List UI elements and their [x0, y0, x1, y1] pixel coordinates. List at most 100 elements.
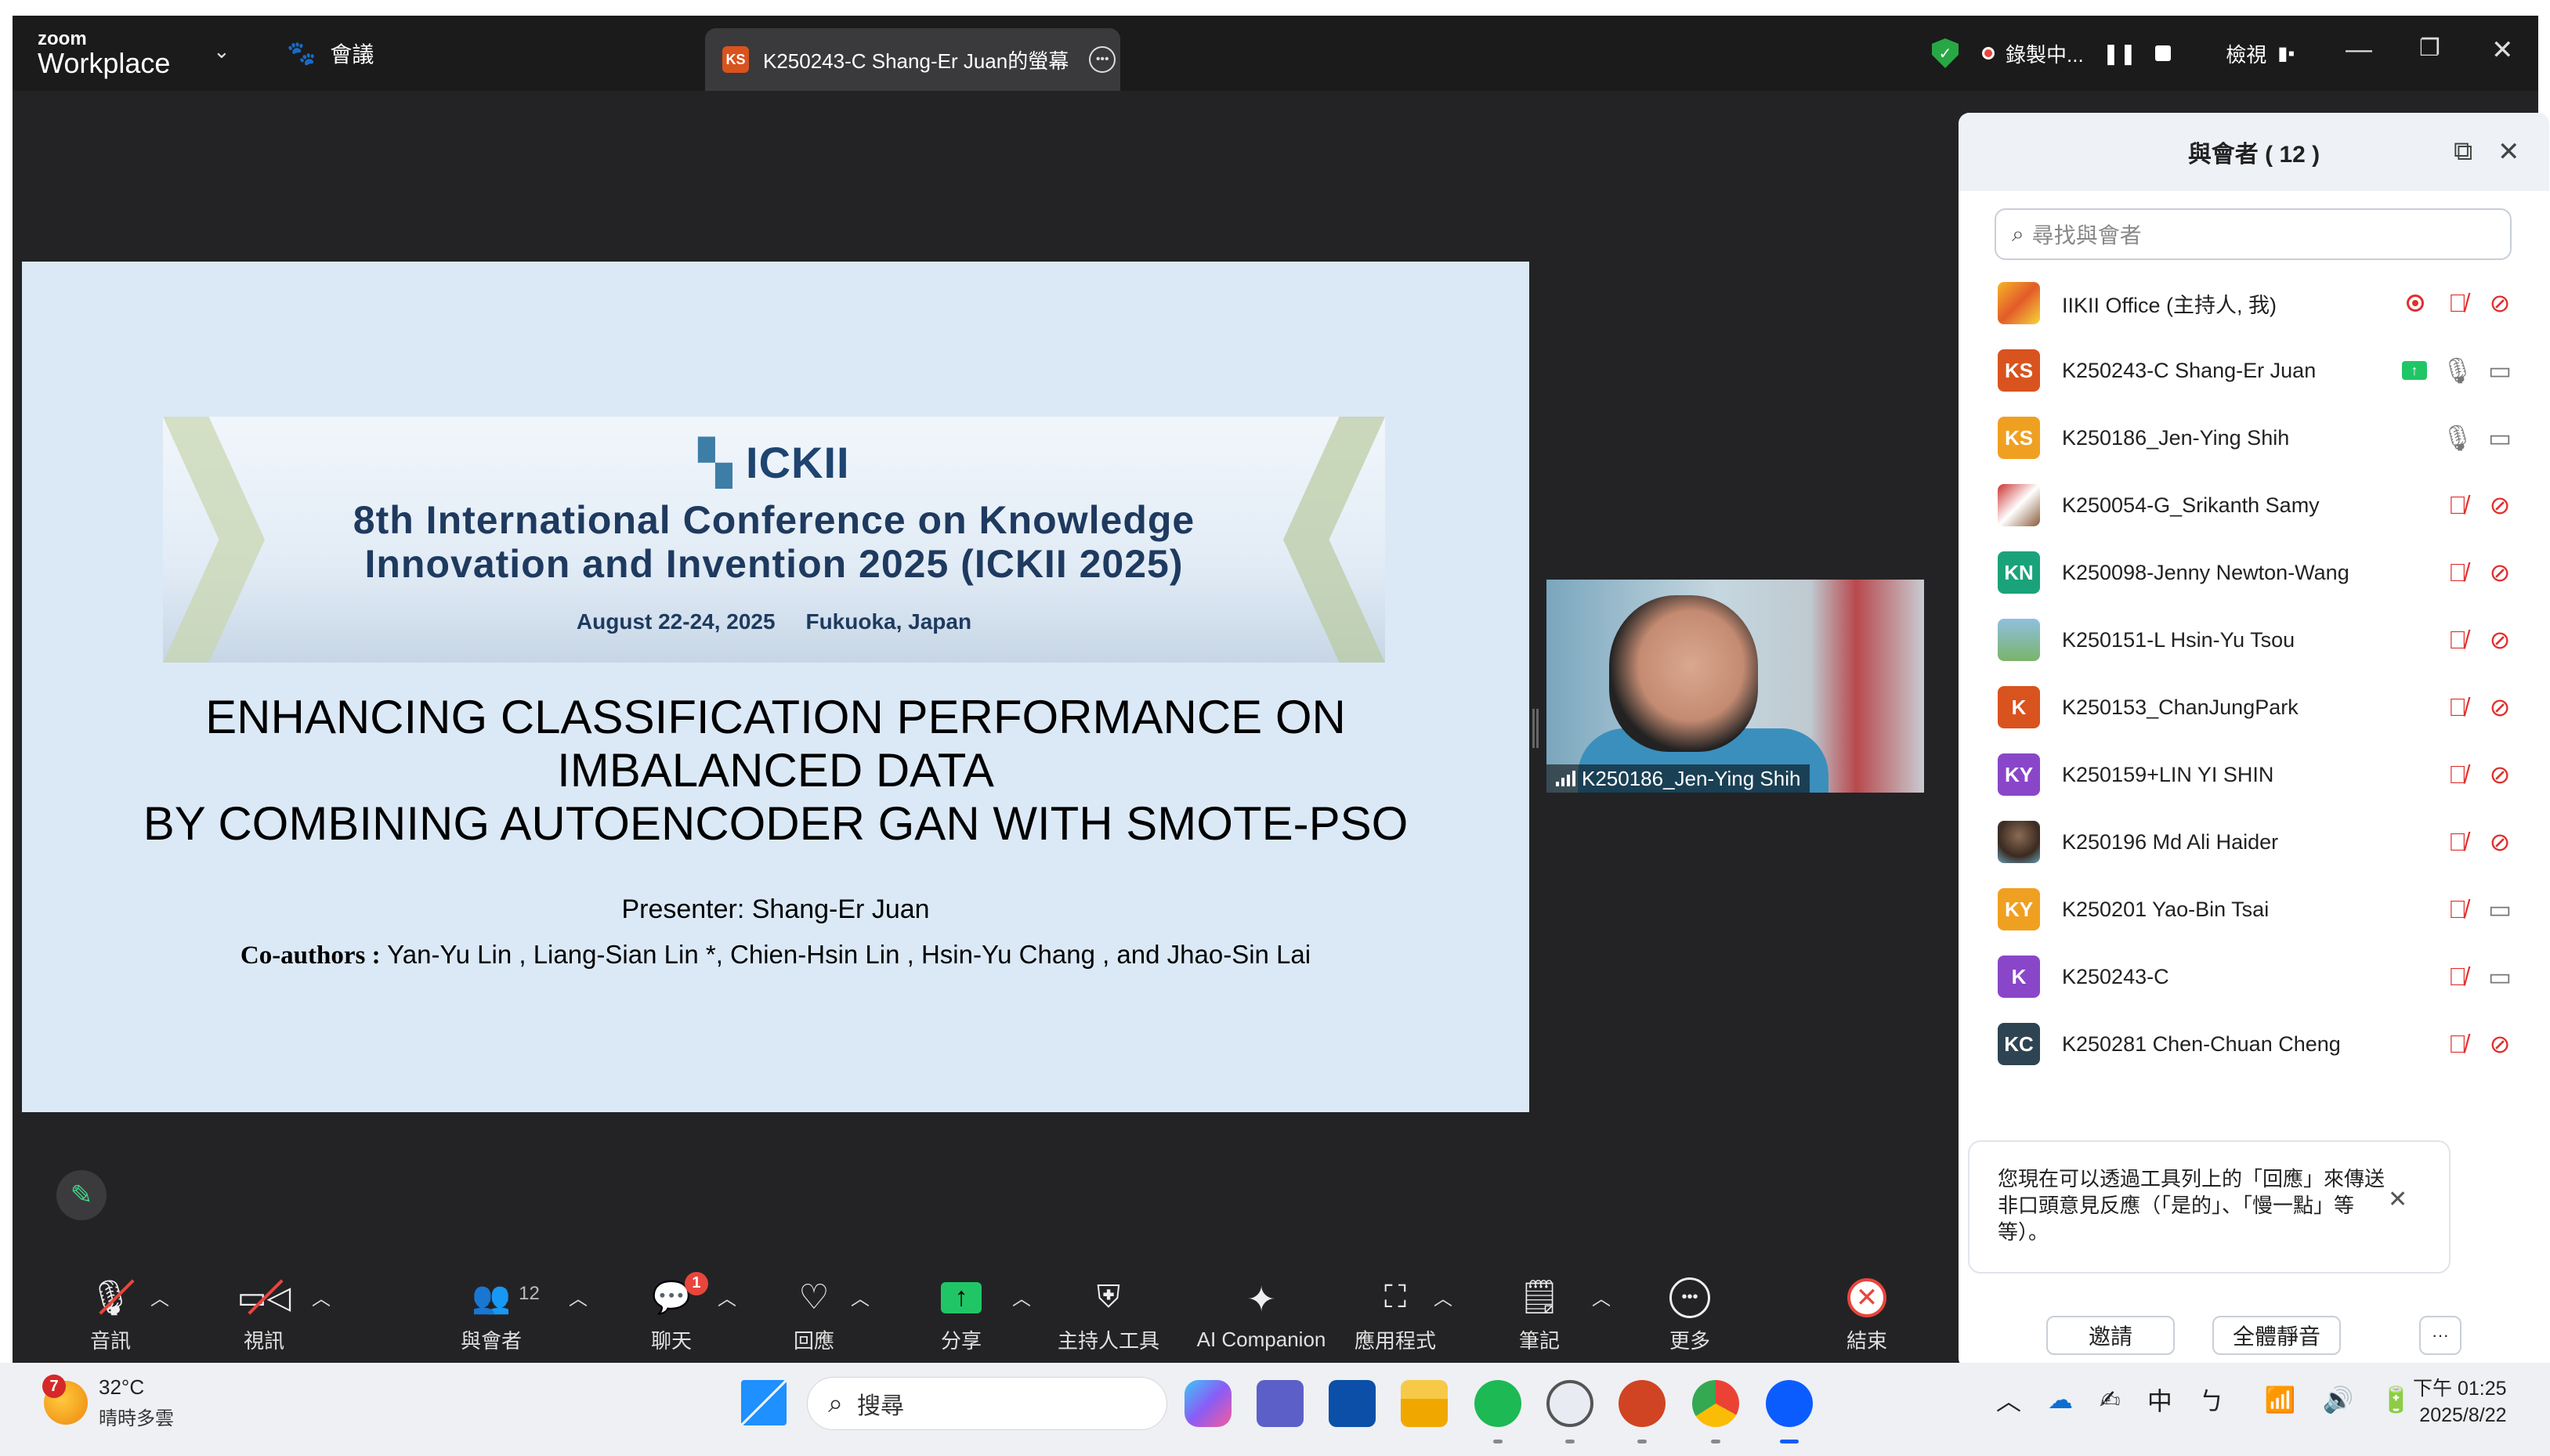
restore-icon[interactable]: ❐	[2419, 34, 2440, 62]
close-window-icon[interactable]: ✕	[2491, 34, 2514, 66]
pause-recording-icon[interactable]: ❚❚	[2103, 42, 2137, 66]
participant-video[interactable]: K250186_Jen-Ying Shih	[1546, 580, 1924, 793]
notes-button[interactable]: 🗒 筆記	[1473, 1267, 1606, 1363]
annotate-pencil-icon[interactable]: ✎	[56, 1170, 107, 1220]
video-camera-icon[interactable]: ▭	[2485, 356, 2515, 385]
meeting-menu-button[interactable]: 🐾 會議	[287, 38, 374, 69]
view-layout-icon[interactable]: ▮▪	[2277, 42, 2295, 65]
video-camera-icon[interactable]: ▭	[2485, 894, 2515, 924]
chat-button[interactable]: 💬 1 聊天	[605, 1267, 738, 1363]
video-off-icon[interactable]: ⊘	[2485, 288, 2515, 318]
close-panel-icon[interactable]: ✕	[2498, 136, 2520, 168]
show-hidden-icons-chevron-icon[interactable]: ︿	[1996, 1382, 2021, 1418]
taskbar-search-box[interactable]: ⌕ 搜尋	[807, 1377, 1167, 1430]
muted-mic-icon[interactable]: 🎙̸	[2443, 894, 2472, 924]
participant-row[interactable]: K250054-G_Srikanth Samy 🎙̸ ⊘	[1959, 471, 2549, 539]
reactions-options-caret-icon[interactable]: ︿	[851, 1283, 870, 1310]
minimize-icon[interactable]: —	[2346, 34, 2372, 65]
view-label[interactable]: 檢視	[2226, 39, 2266, 68]
windows-start-icon[interactable]	[741, 1380, 787, 1425]
participant-search-input[interactable]: ⌕ 尋找與會者	[1995, 208, 2512, 260]
pop-out-icon[interactable]: ⧉	[2454, 136, 2472, 167]
stop-recording-icon[interactable]	[2155, 45, 2172, 61]
video-camera-icon[interactable]: ▭	[2485, 962, 2515, 992]
participants-button[interactable]: 👥 12 與會者	[425, 1267, 558, 1363]
panel-more-button[interactable]: ···	[2419, 1316, 2461, 1355]
muted-mic-icon[interactable]: 🎙̸	[2443, 558, 2472, 587]
onedrive-cloud-icon[interactable]: ☁	[2048, 1385, 2073, 1414]
chrome-icon[interactable]	[1692, 1380, 1739, 1427]
apps-options-caret-icon[interactable]: ︿	[1434, 1283, 1452, 1310]
share-screen-tab[interactable]: KS K250243-C Shang-Er Juan的螢幕 •••	[705, 28, 1120, 91]
battery-icon[interactable]: 🔋	[2381, 1385, 2412, 1414]
video-button[interactable]: ▭◁ 視訊	[197, 1267, 331, 1363]
muted-mic-icon[interactable]: 🎙̸	[2443, 962, 2472, 992]
video-off-icon[interactable]: ⊘	[2485, 625, 2515, 655]
host-tools-button[interactable]: ⛨ 主持人工具	[1042, 1267, 1175, 1363]
participant-row[interactable]: K250151-L Hsin-Yu Tsou 🎙̸ ⊘	[1959, 606, 2549, 674]
muted-mic-icon[interactable]: 🎙̸	[2443, 692, 2472, 722]
end-meeting-button[interactable]: ✕ 結束	[1800, 1267, 1933, 1363]
participant-row[interactable]: IIKII Office (主持人, 我) 🎙̸ ⊘	[1959, 269, 2549, 337]
participant-row[interactable]: K250196 Md Ali Haider 🎙̸ ⊘	[1959, 808, 2549, 876]
app-blue-icon[interactable]	[1329, 1380, 1376, 1427]
muted-mic-icon[interactable]: 🎙̸	[2443, 1029, 2472, 1059]
participant-row[interactable]: KY K250201 Yao-Bin Tsai 🎙̸ ▭	[1959, 876, 2549, 943]
participants-options-caret-icon[interactable]: ︿	[569, 1283, 588, 1310]
video-off-icon[interactable]: ⊘	[2485, 558, 2515, 587]
zoom-taskbar-icon[interactable]	[1766, 1380, 1813, 1427]
wifi-icon[interactable]: 📶	[2265, 1385, 2296, 1414]
muted-mic-icon[interactable]: 🎙̸	[2443, 827, 2472, 857]
video-person-face	[1609, 595, 1758, 752]
volume-icon[interactable]: 🔊	[2323, 1385, 2354, 1414]
audio-options-caret-icon[interactable]: ︿	[150, 1283, 169, 1310]
powerpoint-icon[interactable]	[1619, 1380, 1666, 1427]
participant-row[interactable]: KN K250098-Jenny Newton-Wang 🎙̸ ⊘	[1959, 539, 2549, 606]
taskbar-clock[interactable]: 下午 01:25 2025/8/22	[2413, 1375, 2507, 1429]
mic-icon[interactable]: 🎙	[2442, 356, 2474, 385]
invite-button[interactable]: 邀請	[2046, 1316, 2175, 1355]
audio-button[interactable]: 🎙 音訊	[44, 1267, 177, 1363]
file-explorer-icon[interactable]	[1401, 1380, 1448, 1427]
participant-row[interactable]: KY K250159+LIN YI SHIN 🎙̸ ⊘	[1959, 741, 2549, 808]
pen-input-icon[interactable]: ✍	[2100, 1385, 2121, 1414]
video-off-icon[interactable]: ⊘	[2485, 760, 2515, 789]
teams-icon[interactable]	[1257, 1380, 1304, 1427]
muted-mic-icon[interactable]: 🎙̸	[2443, 288, 2472, 318]
mic-icon[interactable]: 🎙	[2442, 423, 2474, 453]
app-menu-chevron-icon[interactable]: ⌄	[213, 39, 230, 63]
participant-row[interactable]: KS K250186_Jen-Ying Shih 🎙 ▭	[1959, 404, 2549, 471]
participant-row[interactable]: K K250243-C 🎙̸ ▭	[1959, 943, 2549, 1010]
more-button[interactable]: ••• 更多	[1623, 1267, 1756, 1363]
muted-mic-icon[interactable]: 🎙̸	[2443, 625, 2472, 655]
participant-row[interactable]: KC K250281 Chen-Chuan Cheng 🎙̸ ⊘	[1959, 1010, 2549, 1078]
security-shield-icon[interactable]: ✓	[1932, 38, 1959, 68]
notes-options-caret-icon[interactable]: ︿	[1592, 1283, 1611, 1310]
split-resize-handle[interactable]	[1532, 709, 1539, 748]
ime-mode-icon[interactable]: ㄅ	[2199, 1382, 2224, 1418]
chat-options-caret-icon[interactable]: ︿	[718, 1283, 736, 1310]
video-off-icon[interactable]: ⊘	[2485, 1029, 2515, 1059]
mute-all-button[interactable]: 全體靜音	[2212, 1316, 2341, 1355]
share-options-caret-icon[interactable]: ︿	[1012, 1283, 1031, 1310]
muted-mic-icon[interactable]: 🎙̸	[2443, 490, 2472, 520]
copilot-icon[interactable]	[1185, 1380, 1232, 1427]
video-off-icon[interactable]: ⊘	[2485, 692, 2515, 722]
ai-companion-button[interactable]: ✦ AI Companion	[1183, 1267, 1340, 1363]
ime-indicator[interactable]: 中	[2147, 1382, 2172, 1418]
video-camera-icon[interactable]: ▭	[2485, 423, 2515, 453]
weather-widget[interactable]: 7 32°C 晴時多雲	[42, 1375, 174, 1430]
more-options-icon[interactable]: •••	[1089, 46, 1116, 73]
video-options-caret-icon[interactable]: ︿	[312, 1283, 331, 1310]
close-tip-icon[interactable]: ✕	[2388, 1186, 2407, 1213]
share-button[interactable]: ↑ 分享	[895, 1267, 1028, 1363]
participant-row[interactable]: KS K250243-C Shang-Er Juan ↑ 🎙 ▭	[1959, 337, 2549, 404]
apps-button[interactable]: ⛶ 應用程式	[1329, 1267, 1462, 1363]
muted-mic-icon[interactable]: 🎙̸	[2443, 760, 2472, 789]
video-off-icon[interactable]: ⊘	[2485, 490, 2515, 520]
reactions-button[interactable]: ♡ 回應	[747, 1267, 881, 1363]
clock-app-icon[interactable]	[1546, 1380, 1593, 1427]
spotify-icon[interactable]	[1474, 1380, 1521, 1427]
video-off-icon[interactable]: ⊘	[2485, 827, 2515, 857]
participant-row[interactable]: K K250153_ChanJungPark 🎙̸ ⊘	[1959, 674, 2549, 741]
